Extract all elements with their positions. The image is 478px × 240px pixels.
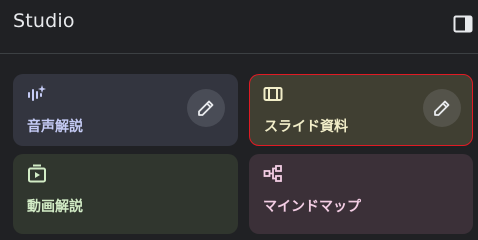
audio-overview-card[interactable]: 音声解説: [13, 74, 238, 146]
slides-icon: [263, 84, 283, 104]
studio-header: Studio: [0, 0, 478, 48]
card-label: 動画解説: [27, 199, 83, 215]
edit-button[interactable]: [187, 89, 225, 127]
video-icon: [27, 164, 47, 184]
studio-panel: Studio 音声解説 スライド資料 動画解説 マインドマップ: [0, 0, 478, 234]
mind-map-icon: [263, 164, 283, 184]
video-overview-card[interactable]: 動画解説: [13, 154, 238, 234]
pencil-icon: [434, 100, 450, 116]
card-label: マインドマップ: [263, 199, 361, 215]
pencil-icon: [198, 100, 214, 116]
slides-card[interactable]: スライド資料: [249, 74, 473, 146]
card-label: スライド資料: [264, 119, 348, 135]
edit-button[interactable]: [423, 89, 461, 127]
page-title: Studio: [13, 10, 75, 32]
header-divider: [0, 53, 478, 54]
mind-map-card[interactable]: マインドマップ: [249, 154, 473, 234]
audio-sparkle-icon: [27, 84, 47, 104]
card-label: 音声解説: [27, 119, 83, 135]
side-panel-toggle-icon[interactable]: [451, 12, 475, 36]
